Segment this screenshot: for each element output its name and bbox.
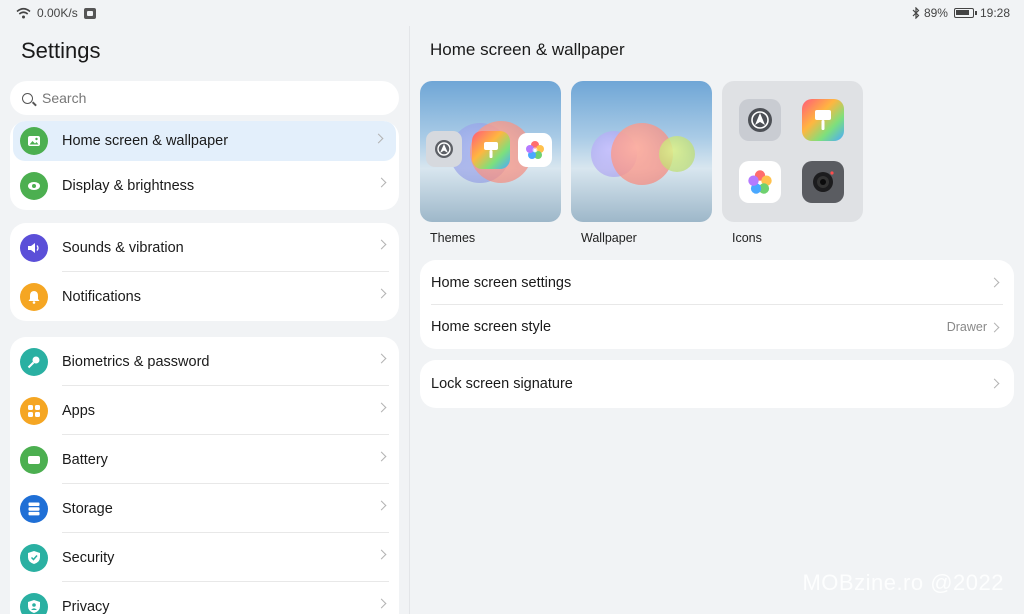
sidebar-item-security[interactable]: Security — [10, 533, 399, 582]
chevron-right-icon — [989, 277, 1000, 288]
sidebar-item-label: Display & brightness — [62, 177, 195, 194]
lock-screen-card: Lock screen signature — [420, 360, 1014, 408]
wifi-icon — [16, 7, 31, 19]
bell-icon — [20, 282, 48, 311]
sidebar-item-notifications[interactable]: Notifications — [10, 272, 399, 321]
sidebar-item-label: Apps — [62, 402, 96, 419]
settings-group-1: Home screen & wallpaper Display & bright… — [10, 121, 399, 210]
privacy-shield-icon — [20, 592, 48, 614]
themes-brush-app-icon — [802, 99, 844, 141]
themes-thumbnail[interactable] — [420, 81, 561, 222]
settings-list-pane: Settings Home screen & wallpaper Display… — [0, 26, 409, 614]
sidebar-item-label: Privacy — [62, 598, 110, 614]
image-icon — [20, 127, 48, 155]
home-screen-style-row[interactable]: Home screen style Drawer — [420, 305, 1014, 349]
settings-group-3: Biometrics & password Apps Battery Stora… — [10, 337, 399, 614]
lock-screen-signature-row[interactable]: Lock screen signature — [420, 360, 1014, 408]
network-speed: 0.00K/s — [37, 6, 78, 20]
pane-divider — [409, 26, 410, 614]
icons-label: Icons — [732, 231, 762, 245]
camera-app-icon — [802, 161, 844, 203]
key-icon — [20, 347, 48, 376]
settings-group-2: Sounds & vibration Notifications — [10, 223, 399, 321]
chevron-right-icon — [376, 500, 387, 511]
sidebar-item-label: Security — [62, 549, 115, 566]
sidebar-item-battery[interactable]: Battery — [10, 435, 399, 484]
status-bar: 0.00K/s 89% 19:28 — [0, 0, 1024, 26]
sidebar-item-sounds-vibration[interactable]: Sounds & vibration — [10, 223, 399, 272]
search-icon — [22, 92, 33, 104]
watermark: MOBzine.ro @2022 — [802, 570, 1004, 595]
sidebar-item-label: Notifications — [62, 288, 141, 305]
speaker-icon — [20, 233, 48, 262]
home-screen-style-value: Drawer — [946, 320, 987, 334]
page-title: Settings — [21, 38, 101, 63]
gallery-flower-app-icon — [518, 133, 552, 167]
sidebar-item-label: Biometrics & password — [62, 353, 210, 370]
search-bar[interactable] — [10, 81, 399, 115]
battery-percent: 89% — [923, 6, 948, 20]
sidebar-item-privacy[interactable]: Privacy — [10, 582, 399, 614]
clock: 19:28 — [979, 6, 1010, 20]
wallpaper-label: Wallpaper — [581, 231, 637, 245]
sidebar-item-label: Sounds & vibration — [62, 239, 184, 256]
search-input[interactable] — [42, 90, 362, 106]
storage-icon — [20, 494, 48, 523]
settings-app-icon — [739, 99, 781, 141]
gallery-flower-app-icon — [739, 161, 781, 203]
bluetooth-icon — [912, 7, 920, 19]
chevron-right-icon — [989, 378, 1000, 389]
row-label: Home screen style — [431, 319, 552, 335]
themes-label: Themes — [430, 231, 476, 245]
sidebar-item-label: Battery — [62, 451, 108, 468]
chevron-right-icon — [376, 549, 387, 560]
sidebar-item-storage[interactable]: Storage — [10, 484, 399, 533]
sidebar-item-display-brightness[interactable]: Display & brightness — [10, 161, 399, 210]
screen-record-icon — [83, 7, 96, 19]
detail-title: Home screen & wallpaper — [430, 40, 625, 59]
wallpaper-thumbnail[interactable] — [571, 81, 712, 222]
chevron-right-icon — [989, 322, 1000, 333]
sidebar-item-home-screen-wallpaper[interactable]: Home screen & wallpaper — [13, 121, 396, 161]
row-label: Lock screen signature — [431, 376, 573, 392]
battery-status-icon — [953, 8, 977, 18]
row-label: Home screen settings — [431, 274, 572, 291]
themes-brush-app-icon — [472, 131, 510, 169]
chevron-right-icon — [376, 598, 387, 609]
eye-icon — [20, 171, 48, 200]
chevron-right-icon — [376, 451, 387, 462]
battery-fill — [955, 10, 970, 15]
apps-grid-icon — [20, 396, 48, 425]
home-screen-settings-row[interactable]: Home screen settings — [420, 260, 1014, 305]
sidebar-item-label: Home screen & wallpaper — [62, 133, 229, 149]
sidebar-item-biometrics-password[interactable]: Biometrics & password — [10, 337, 399, 386]
shield-check-icon — [20, 543, 48, 572]
chevron-right-icon — [376, 239, 387, 250]
home-screen-card: Home screen settings Home screen style D… — [420, 260, 1014, 349]
wallpaper-orb — [659, 136, 695, 172]
chevron-right-icon — [376, 353, 387, 364]
sidebar-item-apps[interactable]: Apps — [10, 386, 399, 435]
settings-app-icon — [426, 131, 462, 167]
chevron-right-icon — [373, 133, 384, 144]
battery-icon — [20, 445, 48, 474]
chevron-right-icon — [376, 402, 387, 413]
icons-thumbnail[interactable] — [722, 81, 863, 222]
chevron-right-icon — [376, 177, 387, 188]
sidebar-item-label: Storage — [62, 500, 113, 517]
chevron-right-icon — [376, 288, 387, 299]
